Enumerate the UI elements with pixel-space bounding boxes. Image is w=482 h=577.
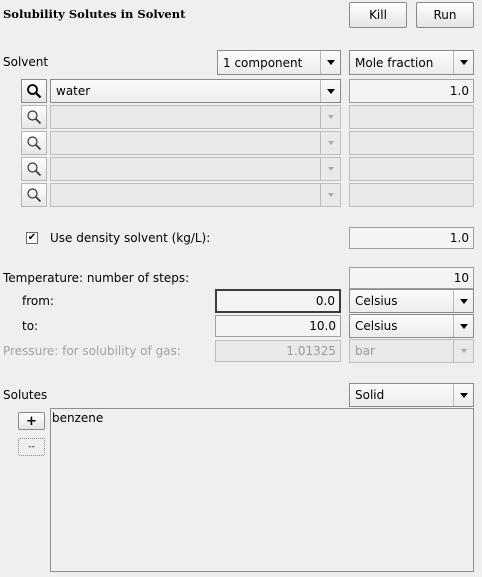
pressure-unit-value: bar (355, 344, 375, 358)
density-field[interactable]: 1.0 (349, 227, 474, 249)
chevron-down-icon (453, 340, 473, 362)
chevron-down-icon (320, 106, 340, 128)
chevron-down-icon (320, 158, 340, 180)
solvent-fraction-field-2[interactable] (349, 105, 474, 129)
search-icon (27, 84, 42, 99)
use-density-label: Use density solvent (kg/L): (50, 231, 211, 245)
solvent-search-button-4[interactable] (21, 157, 47, 181)
search-icon (27, 136, 42, 151)
chevron-down-icon (320, 51, 340, 74)
search-icon (27, 188, 42, 203)
solvent-select-5[interactable] (50, 183, 341, 207)
solvent-name-1: water (56, 84, 91, 98)
chevron-down-icon (320, 184, 340, 206)
chevron-down-icon (453, 315, 473, 337)
solvent-unit-select[interactable]: Mole fraction (349, 50, 474, 75)
solutes-phase-value: Solid (355, 388, 385, 402)
temperature-from-unit-select[interactable]: Celsius (349, 289, 474, 313)
solvent-components-value: 1 component (223, 55, 303, 70)
temperature-steps-label: Temperature: number of steps: (3, 271, 190, 285)
solvent-fraction-field-4[interactable] (349, 157, 474, 181)
temperature-to-unit-value: Celsius (355, 319, 398, 333)
solvent-search-button-3[interactable] (21, 131, 47, 155)
solutes-label: Solutes (3, 388, 48, 402)
chevron-down-icon (320, 132, 340, 154)
temperature-from-unit-value: Celsius (355, 294, 398, 308)
solvent-unit-value: Mole fraction (355, 55, 434, 70)
solvent-fraction-field-5[interactable] (349, 183, 474, 207)
remove-solute-button[interactable]: -- (18, 438, 45, 456)
solvent-select-4[interactable] (50, 157, 341, 181)
solutes-list[interactable]: benzene (50, 408, 474, 572)
pressure-unit-select[interactable]: bar (349, 339, 474, 363)
add-solute-button[interactable]: + (18, 412, 45, 430)
solvent-search-button-1[interactable] (21, 79, 47, 103)
solvent-fraction-field-1[interactable]: 1.0 (349, 79, 474, 103)
solvent-fraction-field-3[interactable] (349, 131, 474, 155)
temperature-from-field[interactable]: 0.0 (215, 289, 341, 313)
run-button[interactable]: Run (416, 2, 474, 28)
list-item[interactable]: benzene (52, 411, 472, 425)
solvent-select-3[interactable] (50, 131, 341, 155)
temperature-to-field[interactable]: 10.0 (215, 315, 341, 337)
pressure-field[interactable]: 1.01325 (215, 340, 341, 362)
chevron-down-icon (453, 384, 473, 406)
window-title: Solubility Solutes in Solvent (3, 7, 186, 21)
temperature-steps-field[interactable]: 10 (349, 267, 474, 289)
use-density-checkbox[interactable]: ✔ (26, 232, 38, 244)
solvent-label: Solvent (3, 55, 49, 69)
temperature-to-unit-select[interactable]: Celsius (349, 314, 474, 338)
kill-button[interactable]: Kill (349, 2, 407, 28)
solvent-search-button-2[interactable] (21, 105, 47, 129)
solvent-select-2[interactable] (50, 105, 341, 129)
chevron-down-icon (453, 51, 473, 74)
solvent-select-1[interactable]: water (50, 79, 341, 103)
solvent-search-button-5[interactable] (21, 183, 47, 207)
pressure-label: Pressure: for solubility of gas: (3, 344, 181, 358)
temperature-to-label: to: (22, 319, 39, 333)
search-icon (27, 162, 42, 177)
chevron-down-icon (453, 290, 473, 312)
solutes-phase-select[interactable]: Solid (349, 383, 474, 407)
chevron-down-icon (320, 80, 340, 102)
solvent-components-select[interactable]: 1 component (217, 50, 341, 75)
temperature-from-label: from: (22, 294, 54, 308)
search-icon (27, 110, 42, 125)
